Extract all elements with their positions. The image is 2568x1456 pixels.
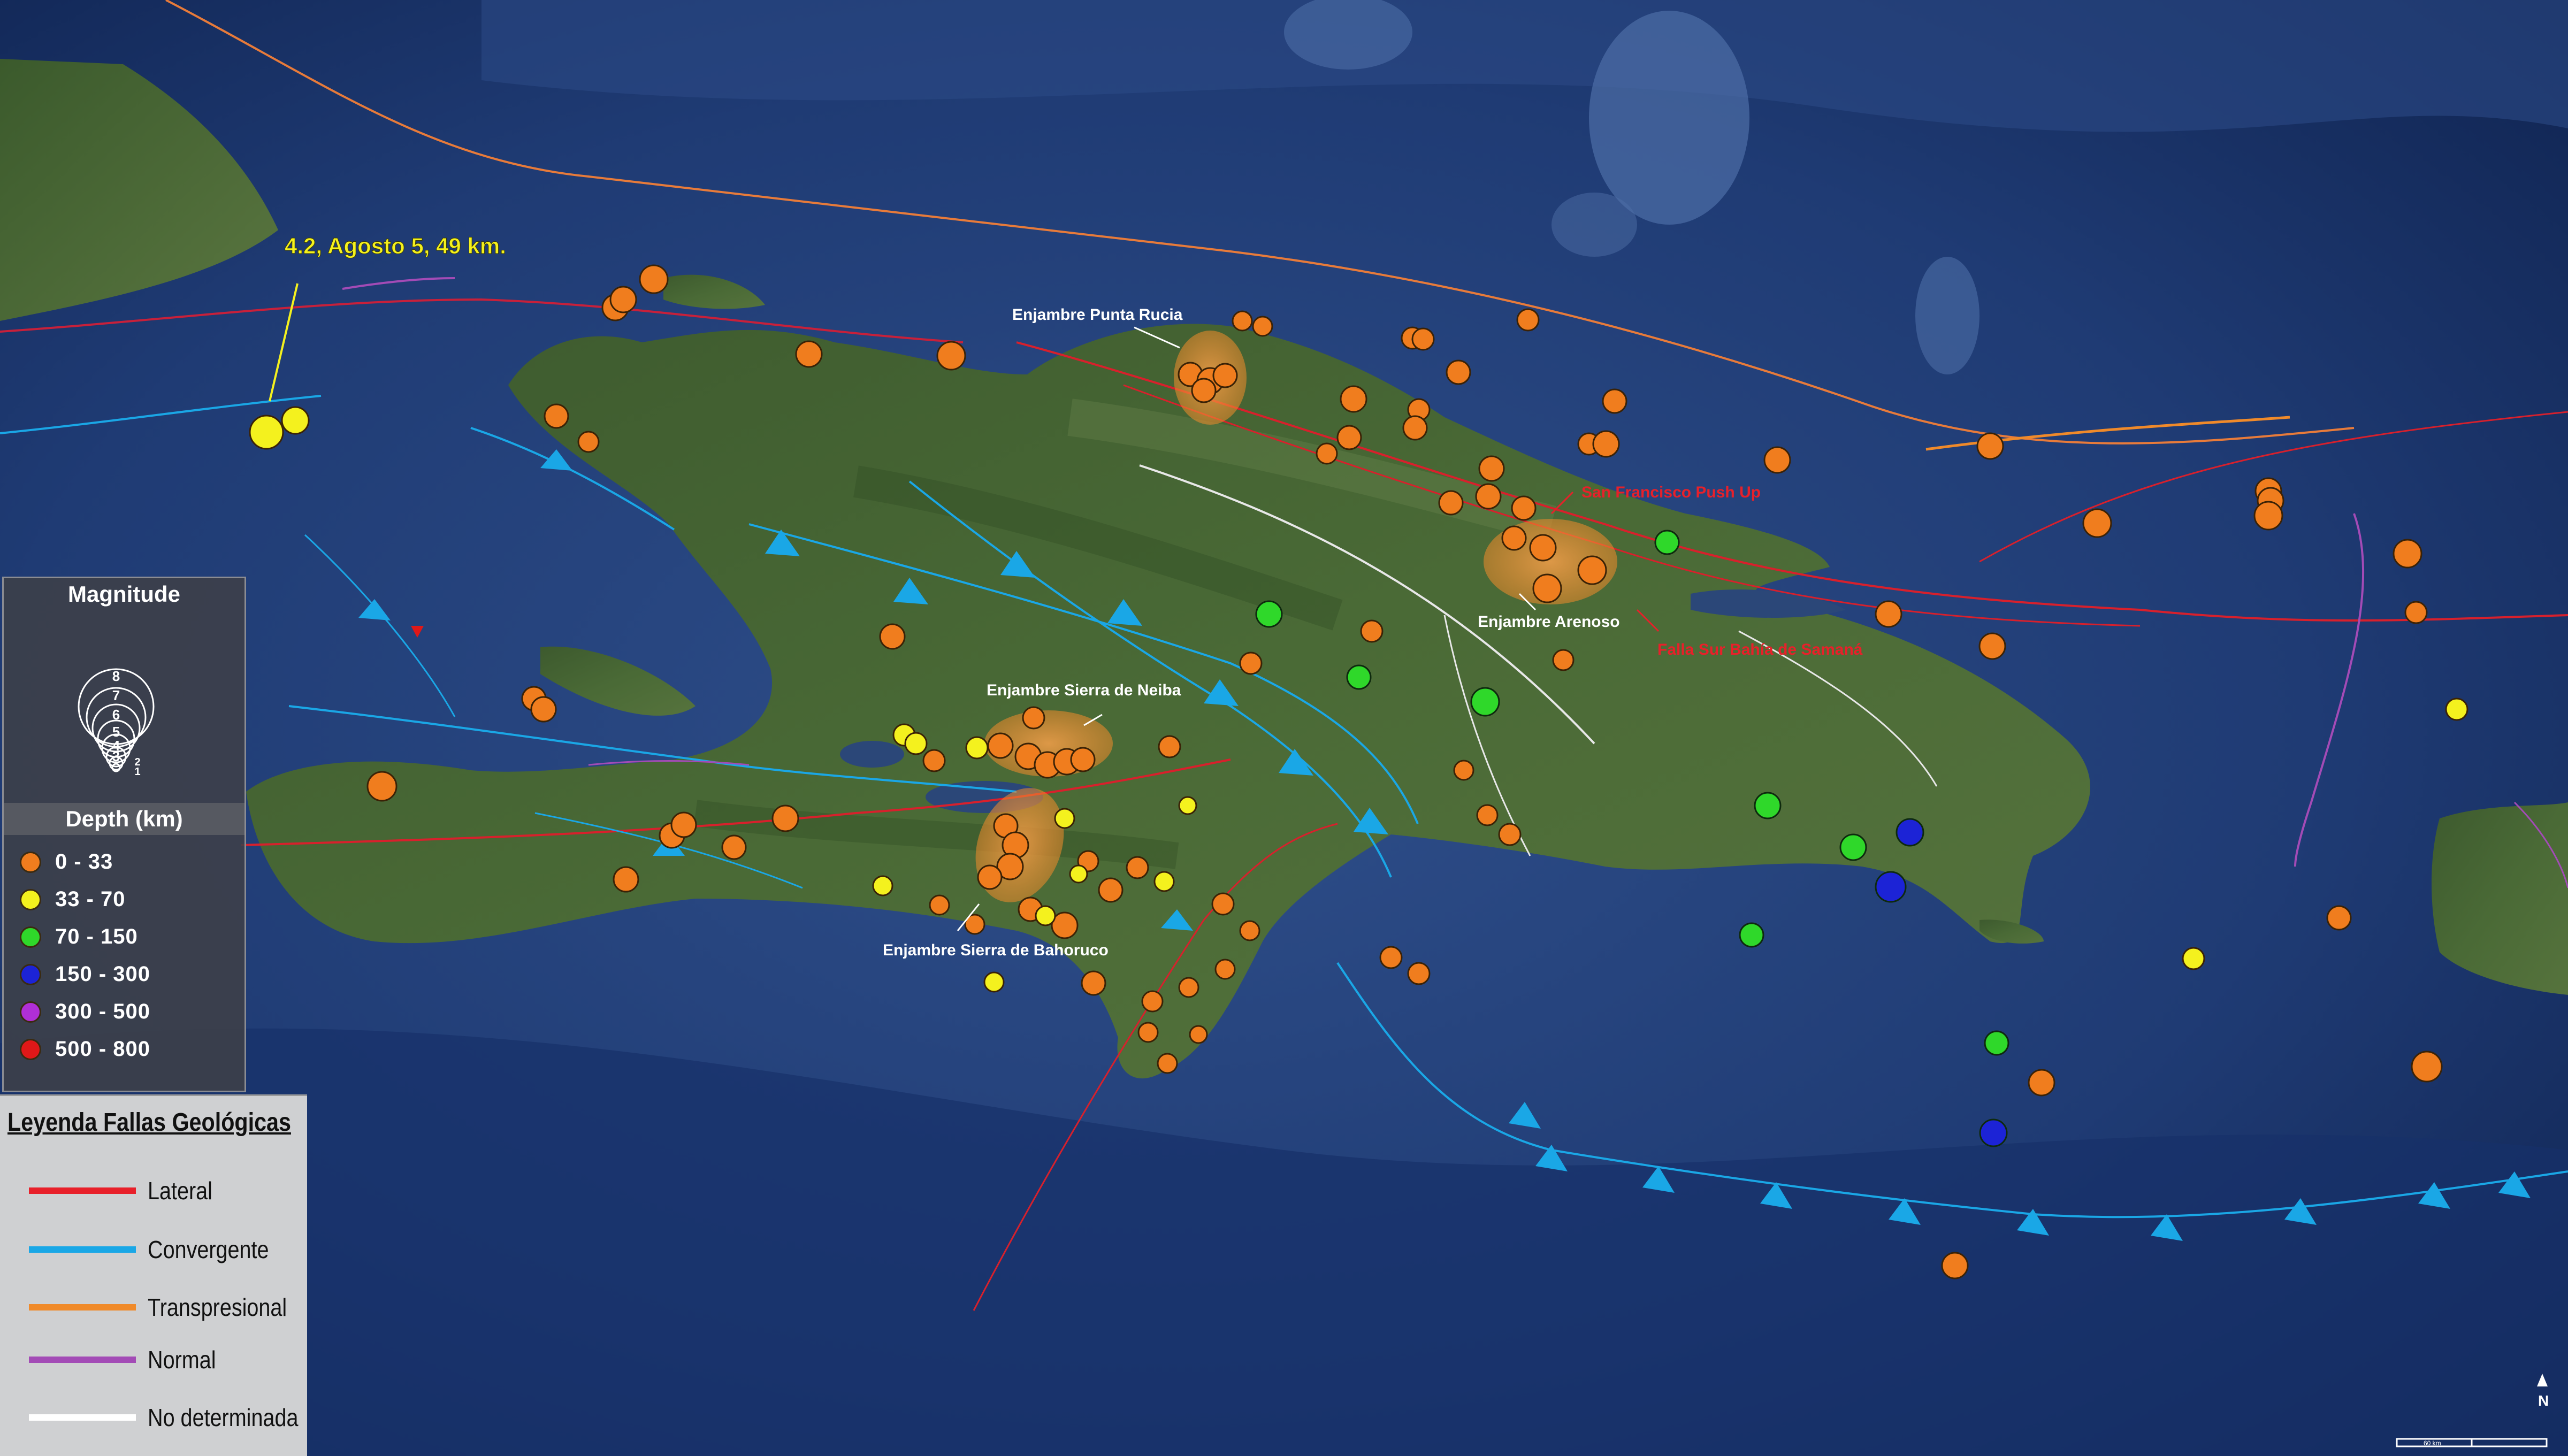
fault-legend-normal: Normal (29, 1345, 227, 1374)
fault-swatch-lateral (29, 1187, 136, 1194)
annotation-4-2-agosto: 4.2, Agosto 5, 49 km. (285, 233, 506, 258)
fault-legend-convergente: Convergente (29, 1235, 288, 1264)
fault-legend: Leyenda Fallas Geológicas Lateral Conver… (0, 1094, 307, 1456)
magnitude-7: 7 (112, 687, 120, 703)
seismic-map: 4.2, Agosto 5, 49 km. Enjambre Punta Ruc… (0, 0, 2568, 1456)
magnitude-6: 6 (112, 707, 120, 723)
north-label: N (2538, 1392, 2549, 1409)
depth-swatch-purple (20, 1001, 41, 1023)
depth-swatch-yellow (20, 888, 41, 910)
shallow-bank (1589, 11, 1749, 225)
lake-azuei (840, 741, 904, 768)
fault-legend-title: Leyenda Fallas Geológicas (7, 1108, 291, 1137)
fault-legend-transpresional: Transpresional (29, 1293, 310, 1322)
label-fault-san-francisco: San Francisco Push Up (1581, 484, 1761, 501)
magnitude-8: 8 (112, 668, 120, 684)
label-swarm-neiba: Enjambre Sierra de Neiba (987, 681, 1181, 699)
fault-swatch-no-determinada (29, 1414, 136, 1421)
depth-swatch-orange (20, 851, 41, 873)
label-swarm-punta-rucia: Enjambre Punta Rucia (1012, 306, 1183, 324)
depth-row-0-33: 0 - 33 (20, 850, 113, 874)
fault-legend-lateral: Lateral (29, 1176, 223, 1205)
label-swarm-bahoruco: Enjambre Sierra de Bahoruco (883, 941, 1109, 959)
depth-row-70-150: 70 - 150 (20, 925, 138, 949)
label-swarm-arenoso: Enjambre Arenoso (1478, 613, 1620, 631)
depth-row-300-500: 300 - 500 (20, 1000, 150, 1024)
depth-row-150-300: 150 - 300 (20, 962, 150, 986)
magnitude-legend-title: Magnitude (68, 581, 180, 607)
fault-swatch-transpresional (29, 1304, 136, 1311)
depth-swatch-blue (20, 963, 41, 985)
fault-legend-no-determinada: No determinada (29, 1403, 323, 1432)
magnitude-3: 3 (112, 748, 120, 764)
label-fault-samana: Falla Sur Bahía de Samaná (1657, 641, 1863, 658)
fault-swatch-normal (29, 1357, 136, 1363)
depth-swatch-green (20, 926, 41, 948)
depth-swatch-red (20, 1038, 41, 1060)
fault-swatch-convergente (29, 1246, 136, 1253)
depth-row-500-800: 500 - 800 (20, 1037, 150, 1061)
depth-legend-title: Depth (km) (4, 803, 244, 835)
scale-label: 60 km (2424, 1439, 2441, 1447)
map-canvas: 4.2, Agosto 5, 49 km. Enjambre Punta Ruc… (0, 0, 2568, 1456)
magnitude-depth-legend: Magnitude 8 7 6 5 4 3 2 1 Depth (km) 0 -… (2, 577, 246, 1092)
magnitude-1: 1 (134, 766, 140, 778)
shallow-bank (1915, 257, 1980, 374)
depth-row-33-70: 33 - 70 (20, 887, 126, 911)
shallow-bank (1552, 193, 1637, 257)
